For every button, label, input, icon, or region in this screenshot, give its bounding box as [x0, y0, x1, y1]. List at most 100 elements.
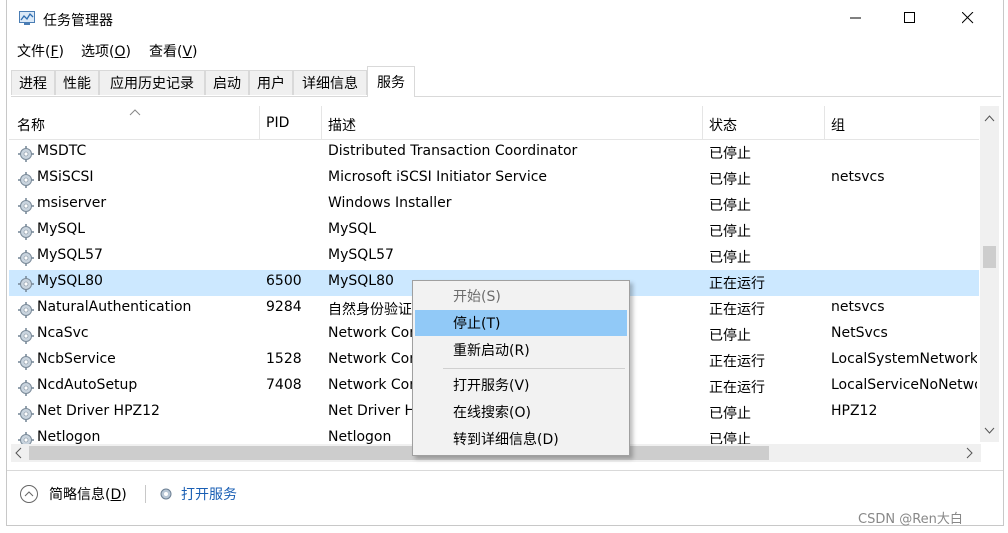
- window-title: 任务管理器: [43, 13, 113, 29]
- table-header: 名称 PID 描述 状态 组: [9, 106, 979, 140]
- context-menu-restart[interactable]: 重新启动(R): [415, 337, 627, 363]
- context-menu: 开始(S) 停止(T) 重新启动(R) 打开服务(V) 在线搜索(O) 转到详细…: [412, 280, 630, 456]
- maximize-button[interactable]: [887, 0, 933, 36]
- service-name: NcaSvc: [37, 325, 89, 341]
- tab-app-history[interactable]: 应用历史记录: [99, 70, 205, 95]
- vertical-scroll-thumb[interactable]: [983, 246, 996, 268]
- service-name: MSDTC: [37, 143, 87, 159]
- minimize-icon: [850, 17, 861, 19]
- menu-file-suffix: ): [58, 44, 64, 60]
- task-manager-icon: [19, 11, 35, 25]
- service-name: NcbService: [37, 351, 116, 367]
- service-name: msiserver: [37, 195, 107, 211]
- column-status-header[interactable]: 状态: [709, 115, 737, 135]
- menu-options[interactable]: 选项(O): [81, 41, 131, 61]
- column-divider[interactable]: [702, 106, 703, 139]
- title-bar: 任务管理器: [7, 0, 1003, 36]
- column-divider[interactable]: [321, 106, 322, 139]
- service-name: Net Driver HPZ12: [37, 403, 160, 419]
- scroll-left-icon[interactable]: [11, 444, 27, 462]
- close-button[interactable]: [945, 0, 991, 36]
- service-status: 已停止: [709, 406, 751, 422]
- table-row[interactable]: MySQL MySQL 已停止: [9, 218, 979, 244]
- context-menu-open-services[interactable]: 打开服务(V): [415, 372, 627, 398]
- context-menu-open-services-label: 打开服务(V): [453, 378, 530, 394]
- context-menu-search-online[interactable]: 在线搜索(O): [415, 399, 627, 425]
- tab-startup[interactable]: 启动: [205, 70, 249, 95]
- context-menu-stop[interactable]: 停止(T): [415, 310, 627, 336]
- gear-icon: [160, 488, 172, 500]
- column-name-header[interactable]: 名称: [17, 115, 45, 135]
- context-menu-go-to-details[interactable]: 转到详细信息(D): [415, 426, 627, 452]
- close-icon: [962, 12, 974, 24]
- brief-info-button[interactable]: 简略信息(D): [19, 484, 127, 504]
- gear-icon: [18, 328, 34, 344]
- column-divider[interactable]: [259, 106, 260, 139]
- service-pid: 6500: [266, 273, 302, 289]
- context-menu-stop-label: 停止(T): [453, 316, 501, 332]
- context-menu-start[interactable]: 开始(S): [415, 283, 627, 309]
- column-divider[interactable]: [824, 106, 825, 139]
- vertical-scrollbar[interactable]: [980, 106, 999, 442]
- service-status: 已停止: [709, 172, 751, 188]
- tab-details[interactable]: 详细信息: [293, 70, 367, 95]
- table-row[interactable]: MySQL57 MySQL57 已停止: [9, 244, 979, 270]
- table-row[interactable]: MSiSCSI Microsoft iSCSI Initiator Service…: [9, 166, 979, 192]
- menu-options-suffix: ): [125, 44, 131, 60]
- scroll-down-icon[interactable]: [980, 422, 999, 440]
- context-menu-search-online-label: 在线搜索(O): [453, 405, 531, 421]
- service-description: MySQL: [328, 221, 377, 237]
- gear-icon: [18, 354, 34, 370]
- scroll-up-icon[interactable]: [980, 110, 999, 128]
- column-description-header[interactable]: 描述: [328, 115, 356, 135]
- tab-strip: 进程 性能 应用历史记录 启动 用户 详细信息 服务: [11, 66, 1001, 97]
- menu-view[interactable]: 查看(V): [149, 41, 198, 61]
- table-row[interactable]: msiserver Windows Installer 已停止: [9, 192, 979, 218]
- service-group: netsvcs: [831, 169, 885, 185]
- service-group: NetSvcs: [831, 325, 888, 341]
- chevron-up-circle-icon: [20, 485, 38, 503]
- context-menu-restart-label: 重新启动(R): [453, 343, 530, 359]
- tab-performance[interactable]: 性能: [55, 70, 99, 95]
- sort-ascending-icon: [129, 109, 141, 116]
- service-status: 正在运行: [709, 302, 765, 318]
- service-status: 已停止: [709, 250, 751, 266]
- service-pid: 9284: [266, 299, 302, 315]
- menu-file[interactable]: 文件(F): [17, 41, 64, 61]
- brief-info-text: 简略信息(: [49, 487, 111, 503]
- open-services-label: 打开服务: [181, 487, 237, 503]
- service-group: LocalServiceNoNetwork: [831, 377, 977, 393]
- menu-bar: 文件(F) 选项(O) 查看(V): [7, 38, 1003, 62]
- gear-icon: [18, 302, 34, 318]
- menu-view-suffix: ): [192, 44, 198, 60]
- status-footer: 简略信息(D) 打开服务: [7, 470, 1003, 525]
- tab-services[interactable]: 服务: [367, 66, 415, 97]
- service-status: 已停止: [709, 146, 751, 162]
- service-group: netsvcs: [831, 299, 885, 315]
- gear-icon: [18, 406, 34, 422]
- menu-file-key: F: [50, 44, 59, 60]
- watermark: CSDN @Ren大白: [858, 512, 963, 527]
- service-name: MySQL57: [37, 247, 103, 263]
- column-pid-header[interactable]: PID: [266, 115, 289, 131]
- column-group-header[interactable]: 组: [831, 115, 845, 135]
- service-description: MySQL57: [328, 247, 394, 263]
- brief-info-key: D: [110, 487, 122, 503]
- service-description: Windows Installer: [328, 195, 452, 211]
- table-row[interactable]: MSDTC Distributed Transaction Coordinator…: [9, 140, 979, 166]
- minimize-button[interactable]: [833, 0, 879, 36]
- scroll-right-icon[interactable]: [961, 444, 977, 462]
- service-status: 已停止: [709, 328, 751, 344]
- gear-icon: [18, 276, 34, 292]
- open-services-link[interactable]: 打开服务: [157, 484, 237, 504]
- service-name: NcdAutoSetup: [37, 377, 138, 393]
- tab-processes[interactable]: 进程: [11, 70, 55, 95]
- service-status: 正在运行: [709, 276, 765, 292]
- service-name: MySQL: [37, 221, 86, 237]
- service-status: 正在运行: [709, 354, 765, 370]
- service-name: MSiSCSI: [37, 169, 94, 185]
- service-name: Netlogon: [37, 429, 101, 445]
- tab-users[interactable]: 用户: [249, 70, 293, 95]
- horizontal-scroll-thumb[interactable]: [29, 446, 769, 460]
- service-group: HPZ12: [831, 403, 878, 419]
